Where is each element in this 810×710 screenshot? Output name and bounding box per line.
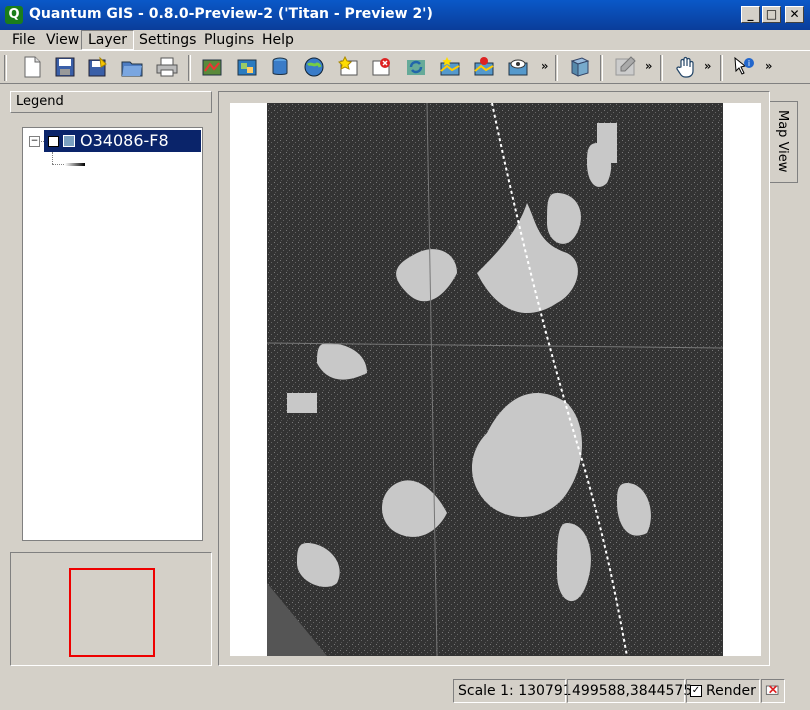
close-button[interactable]: ✕ — [785, 6, 804, 23]
toolbar-separator — [600, 55, 603, 81]
toolbar-overflow-chevron-icon[interactable]: » — [704, 59, 711, 73]
capture-icon[interactable] — [613, 55, 637, 79]
menu-settings[interactable]: Settings — [133, 31, 202, 49]
title-bar: Q Quantum GIS - 0.8.0-Preview-2 ('Titan … — [0, 0, 810, 30]
menu-layer[interactable]: Layer — [81, 30, 135, 50]
map-overview[interactable] — [10, 552, 212, 666]
menu-help[interactable]: Help — [256, 31, 300, 49]
remove-layer-icon[interactable] — [370, 55, 394, 79]
save-icon[interactable] — [53, 55, 77, 79]
menu-bar: File View Layer Settings Plugins Help — [0, 30, 810, 50]
tab-map-view-label: Map View — [775, 110, 790, 173]
raster-map-image[interactable] — [267, 103, 723, 656]
menu-plugins[interactable]: Plugins — [198, 31, 260, 49]
minimize-button[interactable]: _ — [741, 6, 760, 23]
add-vector-layer-icon[interactable] — [200, 55, 224, 79]
projection-status-icon[interactable] — [761, 679, 785, 703]
pan-hand-icon[interactable] — [674, 55, 698, 79]
new-project-icon[interactable] — [20, 55, 44, 79]
print-icon[interactable] — [155, 55, 179, 79]
toolbar-overflow-chevron-icon[interactable]: » — [645, 59, 652, 73]
layer-visibility-checkbox[interactable] — [48, 136, 59, 147]
qgis-logo-icon: Q — [5, 6, 23, 24]
save-as-icon[interactable] — [86, 55, 110, 79]
raster-layer-icon — [63, 135, 75, 147]
legend-title: Legend — [10, 91, 212, 113]
identify-features-icon[interactable]: i — [732, 55, 756, 79]
scale-display: Scale 1: 130791 — [453, 679, 572, 703]
toolbar-overflow-chevron-icon[interactable]: » — [765, 59, 772, 73]
new-vector-layer-icon[interactable] — [337, 55, 361, 79]
add-wms-layer-icon[interactable] — [302, 55, 326, 79]
layer-name: O34086-F8 — [80, 131, 169, 150]
tree-line — [52, 152, 53, 164]
overview-extent-rectangle[interactable] — [69, 568, 155, 657]
render-label: Render — [706, 683, 756, 699]
toolbar-separator — [660, 55, 663, 81]
toolbar-overflow-chevron-icon[interactable]: » — [541, 59, 548, 73]
layer-symbology-ramp — [65, 163, 85, 166]
refresh-map-icon[interactable] — [404, 55, 428, 79]
toolbar: » » » i » — [0, 50, 810, 84]
remove-all-layers-icon[interactable] — [472, 55, 496, 79]
render-toggle[interactable]: ✓ Render — [686, 679, 760, 703]
toolbar-grip[interactable] — [4, 55, 7, 81]
toolbar-separator — [720, 55, 723, 81]
add-postgis-layer-icon[interactable] — [268, 55, 292, 79]
menu-view[interactable]: View — [40, 31, 85, 49]
add-all-layers-icon[interactable] — [438, 55, 462, 79]
legend-layer-item[interactable]: O34086-F8 — [44, 130, 201, 152]
menu-file[interactable]: File — [6, 31, 41, 49]
open-project-icon[interactable] — [120, 55, 144, 79]
tab-map-view[interactable]: Map View — [770, 101, 798, 183]
svg-text:i: i — [748, 59, 750, 68]
maximize-button[interactable]: □ — [762, 6, 781, 23]
show-all-layers-icon[interactable] — [506, 55, 530, 79]
legend-panel[interactable]: − O34086-F8 — [22, 127, 203, 541]
toolbar-separator — [555, 55, 558, 81]
add-raster-layer-icon[interactable] — [235, 55, 259, 79]
window-title: Quantum GIS - 0.8.0-Preview-2 ('Titan - … — [29, 6, 433, 22]
coordinates-display: 499588,3844575 — [567, 679, 692, 703]
toolbar-separator — [188, 55, 191, 81]
render-checkbox[interactable]: ✓ — [690, 685, 702, 697]
tree-line — [52, 164, 64, 165]
open-plugin-icon[interactable] — [568, 55, 592, 79]
